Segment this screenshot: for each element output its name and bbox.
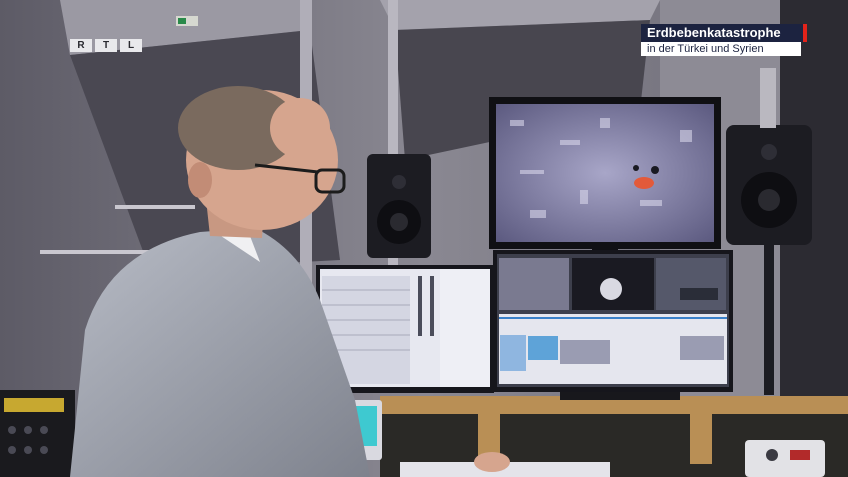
logo-letter: L — [120, 39, 142, 52]
news-lower-third: Erdbebenkatastrophe in der Türkei und Sy… — [641, 24, 807, 56]
rtl-logo: R T L — [70, 39, 142, 52]
logo-letter: R — [70, 39, 92, 52]
headline-subtitle: in der Türkei und Syrien — [641, 42, 801, 56]
studio-scene: R T L Erdbebenkatastrophe in der Türkei … — [0, 0, 848, 477]
logo-letter: T — [95, 39, 117, 52]
studio-background — [0, 0, 848, 477]
headline-title: Erdbebenkatastrophe — [641, 24, 807, 42]
